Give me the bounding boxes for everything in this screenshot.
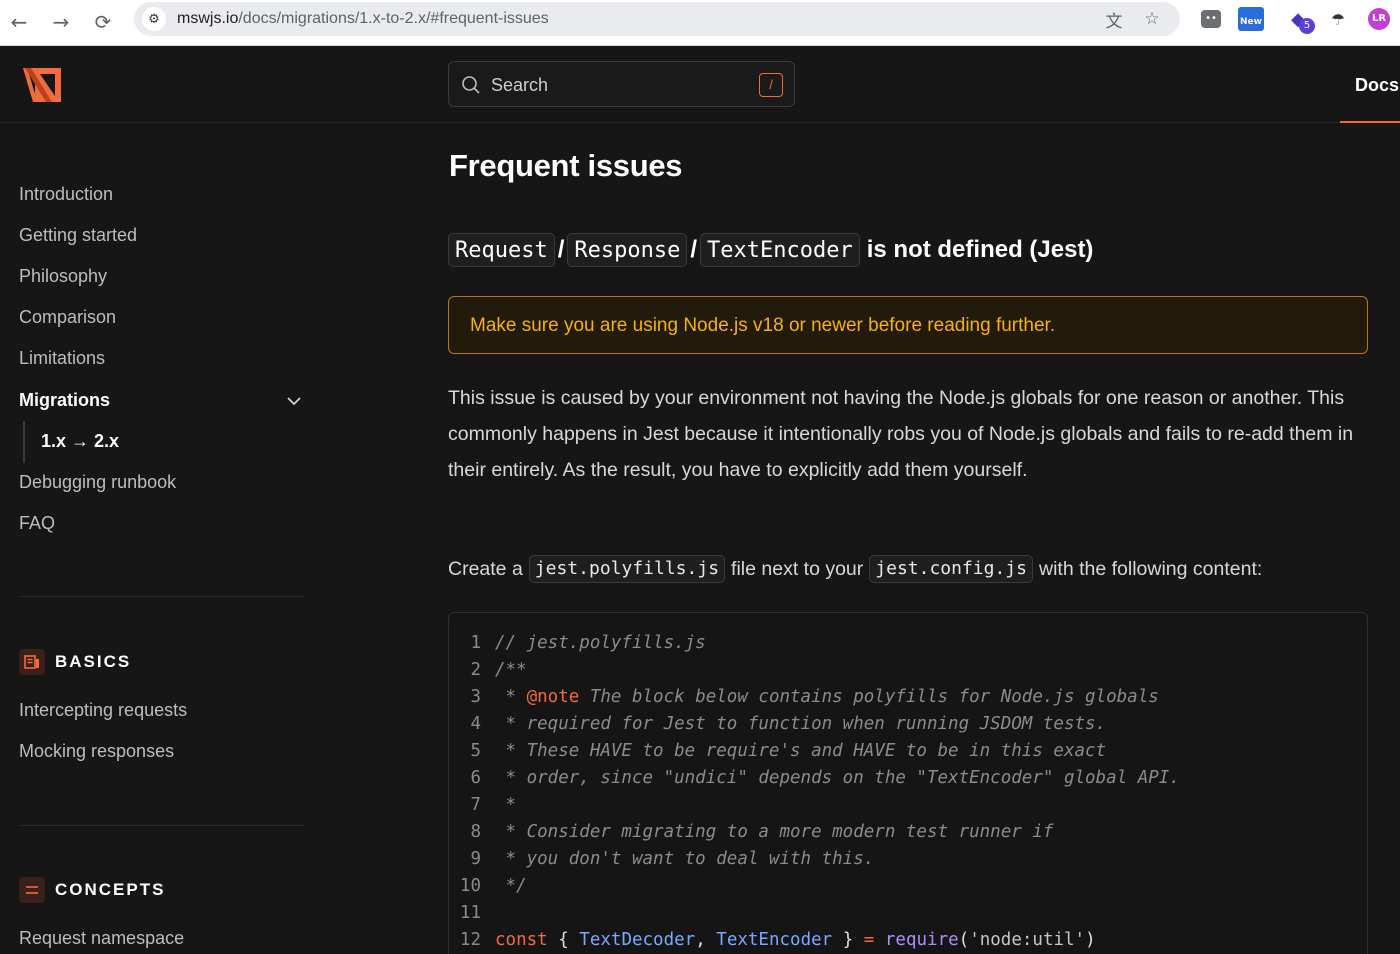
bookmark-star-icon[interactable]: ☆ xyxy=(1140,7,1164,31)
sidebar-item-limitations[interactable]: Limitations xyxy=(19,348,105,369)
browser-toolbar: ← → ⟳ ⚙ mswjs.io/docs/migrations/1.x-to-… xyxy=(0,0,1400,46)
sentence-text: with the following content: xyxy=(1038,557,1263,580)
tab-docs[interactable]: Docs xyxy=(1340,46,1400,123)
menu-icon xyxy=(19,877,45,903)
code-line: 11 xyxy=(459,903,481,923)
url-text[interactable]: mswjs.io/docs/migrations/1.x-to-2.x/#fre… xyxy=(177,10,549,28)
sidebar-item-migrations[interactable]: Migrations xyxy=(19,390,110,411)
sidebar-divider xyxy=(19,825,304,826)
sidebar-item-philosophy[interactable]: Philosophy xyxy=(19,266,107,287)
sidebar-item-comparison[interactable]: Comparison xyxy=(19,307,116,328)
msw-logo-icon[interactable] xyxy=(22,66,62,104)
url-host: mswjs.io xyxy=(177,10,239,27)
inline-code-jest-config: jest.config.js xyxy=(869,555,1033,583)
code-line: 9 * you don't want to deal with this. xyxy=(470,849,875,869)
create-file-sentence: Create a jest.polyfills.js file next to … xyxy=(448,554,1262,584)
sidebar-item-request-namespace[interactable]: Request namespace xyxy=(19,928,184,949)
search-placeholder: Search xyxy=(491,75,549,95)
site-settings-icon[interactable]: ⚙ xyxy=(142,7,166,31)
code-line: 8 * Consider migrating to a more modern … xyxy=(470,822,1054,842)
section-title-concepts: CONCEPTS xyxy=(55,880,166,899)
reload-icon[interactable]: ⟳ xyxy=(89,8,117,36)
sidebar-subitem-1x-to-2x[interactable]: 1.x → 2.x xyxy=(41,431,119,452)
body-paragraph: This issue is caused by your environment… xyxy=(448,387,1354,481)
page-title: Frequent issues xyxy=(449,148,683,183)
translate-icon[interactable]: 文 xyxy=(1102,7,1126,32)
sidebar-item-intercepting-requests[interactable]: Intercepting requests xyxy=(19,700,187,721)
code-line: 1// jest.polyfills.js xyxy=(470,633,706,653)
profile-avatar[interactable]: LR xyxy=(1366,6,1392,32)
code-line: 5 * These HAVE to be require's and HAVE … xyxy=(470,741,1107,761)
graduation-extension-icon[interactable]: ◆ 5 xyxy=(1285,6,1315,34)
sidebar-item-mocking-responses[interactable]: Mocking responses xyxy=(19,741,174,762)
code-block[interactable]: 1// jest.polyfills.js 2/** 3 * @note The… xyxy=(448,612,1368,954)
inline-code-polyfills: jest.polyfills.js xyxy=(528,555,726,583)
sidebar-item-debugging-runbook[interactable]: Debugging runbook xyxy=(19,472,176,493)
code-line: 10 */ xyxy=(459,876,527,896)
heading-text: is not defined (Jest) xyxy=(866,236,1094,263)
search-icon xyxy=(462,76,480,94)
url-path: /docs/migrations/1.x-to-2.x/#frequent-is… xyxy=(238,10,549,27)
search-shortcut-key: / xyxy=(759,73,783,97)
sidebar: Introduction Getting started Philosophy … xyxy=(0,123,330,954)
sidebar-item-introduction[interactable]: Introduction xyxy=(19,184,113,205)
code-line: 4 * required for Jest to function when r… xyxy=(470,714,1107,734)
sidebar-divider xyxy=(19,596,304,597)
site-header: Search / Docs xyxy=(0,46,1400,123)
back-icon[interactable]: ← xyxy=(5,8,33,36)
code-line: 2/** xyxy=(470,660,527,680)
inline-code-request: Request xyxy=(448,233,555,267)
sentence-text: Create a xyxy=(448,557,523,580)
newspaper-icon xyxy=(19,649,45,675)
chat-extension-icon[interactable]: •• xyxy=(1198,6,1224,32)
section-title-basics: BASICS xyxy=(55,652,132,671)
submenu-indent-line xyxy=(23,421,25,463)
sentence-text: file next to your xyxy=(731,557,864,580)
heading-separator: / xyxy=(690,236,698,263)
inline-code-response: Response xyxy=(567,233,688,267)
code-line: 12 const { TextDecoder, TextEncoder } = r… xyxy=(459,930,1096,950)
code-line: 3 * @note The block below contains polyf… xyxy=(470,687,1159,707)
tab-docs-label: Docs xyxy=(1355,75,1400,95)
warning-callout: Make sure you are using Node.js v18 or n… xyxy=(448,296,1368,354)
extension-badge: 5 xyxy=(1299,18,1315,34)
inline-code-textencoder: TextEncoder xyxy=(700,233,860,267)
callout-text: Make sure you are using Node.js v18 or n… xyxy=(470,315,1056,336)
code-line: 7 * xyxy=(470,795,517,815)
sidebar-item-getting-started[interactable]: Getting started xyxy=(19,225,137,246)
address-bar[interactable]: ⚙ mswjs.io/docs/migrations/1.x-to-2.x/#f… xyxy=(134,2,1180,36)
search-input[interactable]: Search / xyxy=(448,61,795,107)
chevron-down-icon[interactable] xyxy=(286,395,302,407)
heading-separator: / xyxy=(557,236,565,263)
sidebar-item-faq[interactable]: FAQ xyxy=(19,513,55,534)
section-heading: Request / Response / TextEncoder is not … xyxy=(448,233,1093,267)
umbrella-extension-icon[interactable]: ☂ xyxy=(1325,6,1351,32)
code-line: 6 * order, since "undici" depends on the… xyxy=(470,768,1180,788)
new-extension-icon[interactable]: New xyxy=(1238,6,1264,32)
forward-icon[interactable]: → xyxy=(47,8,75,36)
